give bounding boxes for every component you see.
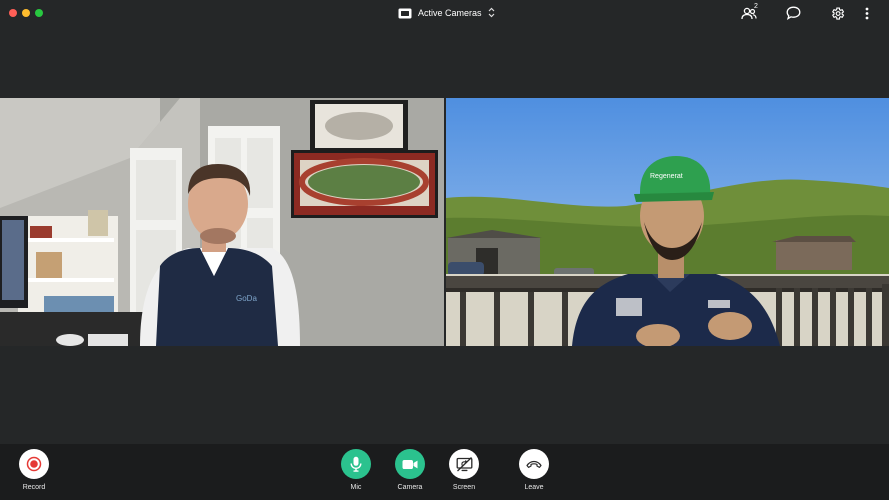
camera-button[interactable]: Camera [385, 449, 435, 491]
view-selector-dropdown[interactable]: Active Cameras [398, 5, 495, 21]
video-call-window: Active Cameras 2 GoDa Regenerat Record M… [0, 0, 889, 500]
mic-button[interactable]: Mic [331, 449, 381, 491]
participants-button[interactable]: 2 [727, 3, 771, 22]
participant-2-video-feed: Regenerat [446, 98, 889, 346]
chat-button[interactable] [771, 4, 815, 22]
window-close-button[interactable] [9, 9, 17, 17]
svg-text:GoDa: GoDa [236, 294, 257, 303]
screen-share-off-icon [449, 449, 479, 479]
svg-text:Regenerat: Regenerat [650, 173, 683, 180]
view-selector-label: Active Cameras [418, 8, 482, 18]
video-tile-participant-2[interactable]: Regenerat [446, 98, 889, 346]
window-maximize-button[interactable] [35, 9, 43, 17]
chat-icon [786, 6, 801, 20]
mic-label: Mic [350, 484, 362, 491]
window-minimize-button[interactable] [22, 9, 30, 17]
camera-view-icon [398, 8, 412, 19]
record-label: Record [22, 484, 46, 491]
participants-count-badge: 2 [754, 3, 758, 10]
settings-button[interactable] [815, 4, 859, 22]
gear-icon [830, 6, 845, 21]
hang-up-icon [519, 449, 549, 479]
record-icon [19, 449, 49, 479]
chevron-updown-icon [488, 7, 495, 20]
microphone-icon [341, 449, 371, 479]
screen-share-button[interactable]: Screen [439, 449, 489, 491]
record-button[interactable]: Record [9, 449, 59, 491]
title-bar: Active Cameras 2 [0, 0, 889, 26]
leave-call-button[interactable]: Leave [509, 449, 559, 491]
video-camera-icon [395, 449, 425, 479]
video-tile-participant-1[interactable]: GoDa [0, 98, 444, 346]
header-actions: 2 [727, 3, 875, 22]
screen-label: Screen [452, 484, 476, 491]
camera-label: Camera [397, 484, 423, 491]
leave-label: Leave [524, 484, 544, 491]
call-controls-toolbar: Record Mic Camera Screen Leave [0, 444, 889, 500]
more-options-button[interactable] [859, 4, 875, 22]
more-vertical-icon [865, 7, 869, 20]
participant-1-video-feed: GoDa [0, 98, 444, 346]
